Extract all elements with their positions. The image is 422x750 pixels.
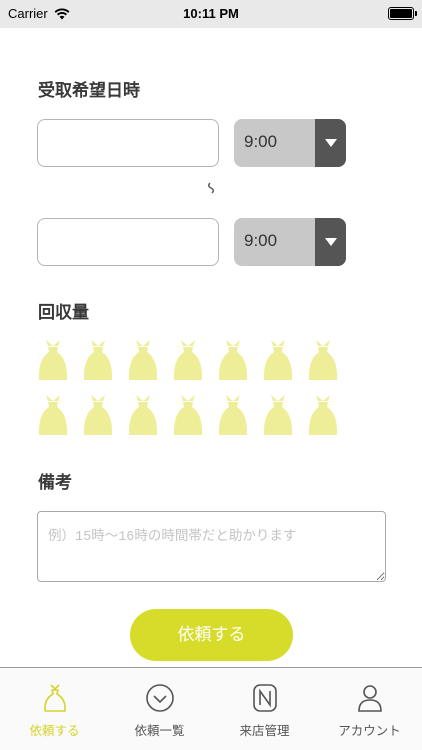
tab-bar: 依頼する 依頼一覧 来店管理 アカウント: [0, 667, 422, 750]
status-bar: Carrier 10:11 PM: [0, 0, 422, 28]
bag-icon: [44, 684, 66, 712]
tab-request-list-label: 依頼一覧: [134, 723, 185, 738]
end-date-field[interactable]: [37, 218, 219, 266]
chevron-down-icon[interactable]: [315, 119, 346, 167]
tab-store-management-label: 来店管理: [239, 723, 290, 738]
garbage-bag-icon[interactable]: [307, 393, 339, 437]
tab-request-label: 依頼する: [29, 723, 80, 738]
remarks-title: 備考: [38, 473, 72, 493]
end-time-select[interactable]: 9:00: [234, 218, 346, 266]
start-time-select[interactable]: 9:00: [234, 119, 346, 167]
garbage-bag-icon[interactable]: [82, 338, 114, 382]
status-time: 10:11 PM: [183, 6, 239, 21]
start-date-field[interactable]: [37, 119, 219, 167]
tab-request[interactable]: 依頼する: [2, 668, 107, 750]
garbage-bag-icon[interactable]: [262, 338, 294, 382]
garbage-bag-icon[interactable]: [37, 338, 69, 382]
tab-account[interactable]: アカウント: [317, 668, 422, 750]
garbage-bag-icon[interactable]: [172, 393, 204, 437]
garbage-bag-icon[interactable]: [127, 338, 159, 382]
garbage-bag-icon[interactable]: [37, 393, 69, 437]
garbage-bag-icon[interactable]: [172, 338, 204, 382]
tab-account-label: アカウント: [338, 723, 401, 738]
range-separator: [205, 180, 217, 199]
garbage-bag-icon[interactable]: [307, 338, 339, 382]
tab-request-list[interactable]: 依頼一覧: [107, 668, 212, 750]
pickup-datetime-title: 受取希望日時: [38, 81, 140, 101]
person-icon: [358, 685, 382, 712]
battery-icon: [388, 7, 417, 20]
start-time-value: 9:00: [244, 132, 278, 151]
garbage-bag-icon[interactable]: [217, 338, 249, 382]
garbage-bag-icon[interactable]: [262, 393, 294, 437]
tab-store-management[interactable]: 来店管理: [212, 668, 317, 750]
collection-amount-title: 回収量: [38, 303, 89, 323]
remarks-textarea[interactable]: [37, 511, 386, 582]
garbage-bag-icon[interactable]: [217, 393, 249, 437]
submit-request-button[interactable]: 依頼する: [130, 609, 293, 661]
n-logo-icon: [253, 684, 277, 712]
garbage-bag-icon[interactable]: [127, 393, 159, 437]
garbage-bag-icon[interactable]: [82, 393, 114, 437]
chevron-down-icon[interactable]: [315, 218, 346, 266]
end-time-value: 9:00: [244, 231, 278, 250]
clock-icon: [146, 684, 174, 712]
